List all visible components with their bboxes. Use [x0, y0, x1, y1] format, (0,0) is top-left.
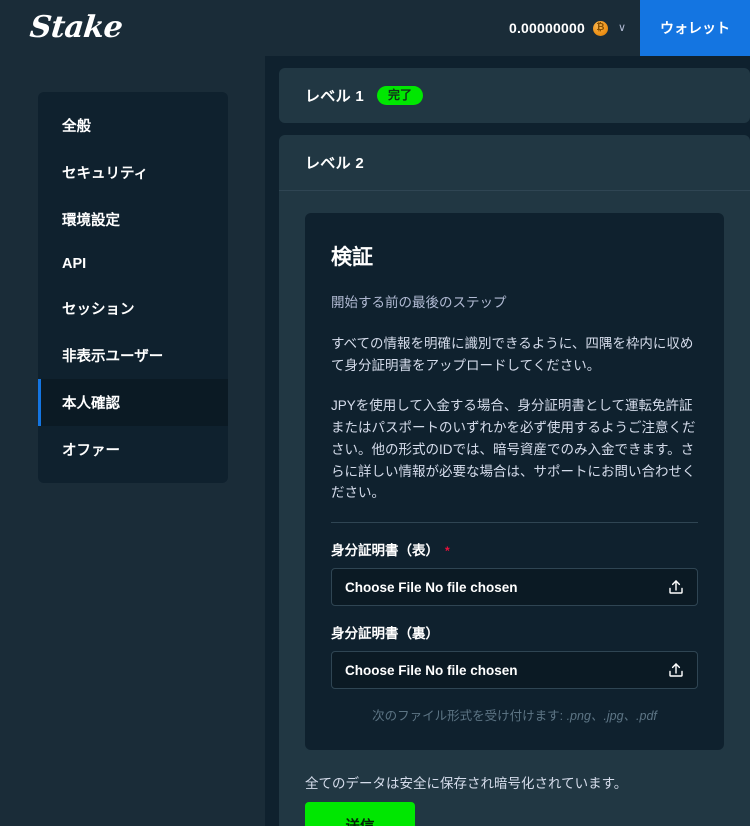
bitcoin-coin-icon: ₿ [592, 20, 608, 36]
page-title: 検証 [331, 246, 373, 269]
id-back-file-value: Choose File No file chosen [345, 662, 518, 678]
form-divider [331, 522, 698, 524]
id-front-label: 身分証明書（表） * [331, 539, 698, 559]
upload-icon [667, 661, 685, 679]
verification-paragraph-2: JPYを使用して入金する場合、身分証明書として運転免許証またはパスポートのいずれ… [331, 397, 696, 501]
wallet-button[interactable]: ウォレット [640, 0, 750, 56]
required-asterisk: * [445, 544, 450, 559]
main-content: レベル 1 完了 レベル 2 検証 開始する前の最後のステップ すべての情報を明… [265, 56, 750, 826]
sidebar-item-ignored-users[interactable]: 非表示ユーザー [38, 332, 228, 379]
level-1-header[interactable]: レベル 1 完了 [279, 68, 750, 123]
accepted-formats-note: 次のファイル形式を受け付けます: .png、.jpg、.pdf [331, 705, 698, 724]
sidebar-item-offers[interactable]: オファー [38, 426, 228, 473]
verification-subtitle: 開始する前の最後のステップ [331, 295, 507, 310]
settings-nav: 全般 セキュリティ 環境設定 API セッション 非表示ユーザー 本人確認 オフ… [38, 92, 228, 483]
sidebar-item-security[interactable]: セキュリティ [38, 149, 228, 196]
level-2-card: レベル 2 検証 開始する前の最後のステップ すべての情報を明確に識別できるよう… [279, 135, 750, 826]
level-1-title: レベル 1 [305, 88, 365, 105]
accepted-formats-prefix: 次のファイル形式を受け付けます: [372, 709, 564, 724]
stake-logo[interactable]: Stake [28, 10, 124, 45]
upload-icon [667, 578, 685, 596]
level-2-body: 検証 開始する前の最後のステップ すべての情報を明確に識別できるように、四隅を枠… [279, 191, 750, 751]
sidebar-item-sessions[interactable]: セッション [38, 285, 228, 332]
top-header: Stake 0.00000000 ₿ ∨ ウォレット [0, 0, 750, 56]
id-front-file-value: Choose File No file chosen [345, 579, 518, 595]
sidebar-item-general[interactable]: 全般 [38, 102, 228, 149]
verification-panel: 検証 開始する前の最後のステップ すべての情報を明確に識別できるように、四隅を枠… [305, 213, 724, 751]
submit-button[interactable]: 送信 [305, 802, 415, 826]
id-back-label: 身分証明書（裏） [331, 622, 698, 642]
sidebar-column: 全般 セキュリティ 環境設定 API セッション 非表示ユーザー 本人確認 オフ… [0, 56, 265, 826]
verification-paragraph-1: すべての情報を明確に識別できるように、四隅を枠内に収めて身分証明書をアップロード… [331, 336, 694, 374]
id-front-file-input[interactable]: Choose File No file chosen [331, 568, 698, 607]
level-2-title: レベル 2 [305, 155, 365, 172]
id-back-label-text: 身分証明書（裏） [331, 626, 439, 642]
accepted-formats-list: .png、.jpg、.pdf [566, 709, 657, 724]
level-1-card: レベル 1 完了 [279, 68, 750, 123]
id-back-file-input[interactable]: Choose File No file chosen [331, 651, 698, 690]
page-body: 全般 セキュリティ 環境設定 API セッション 非表示ユーザー 本人確認 オフ… [0, 56, 750, 826]
encryption-note: 全てのデータは安全に保存され暗号化されています。 [305, 776, 628, 792]
sidebar-item-verify[interactable]: 本人確認 [38, 379, 228, 426]
sidebar-item-preferences[interactable]: 環境設定 [38, 196, 228, 243]
level-2-header[interactable]: レベル 2 [279, 135, 750, 190]
chevron-down-icon: ∨ [617, 21, 626, 34]
sidebar-item-api[interactable]: API [38, 243, 228, 285]
id-front-label-text: 身分証明書（表） [331, 543, 439, 559]
submit-row: 送信 [279, 792, 750, 826]
header-right-group: 0.00000000 ₿ ∨ ウォレット [490, 0, 750, 56]
balance-dropdown[interactable]: 0.00000000 ₿ ∨ [490, 0, 640, 56]
balance-amount: 0.00000000 [508, 20, 585, 36]
status-badge: 完了 [377, 86, 424, 105]
